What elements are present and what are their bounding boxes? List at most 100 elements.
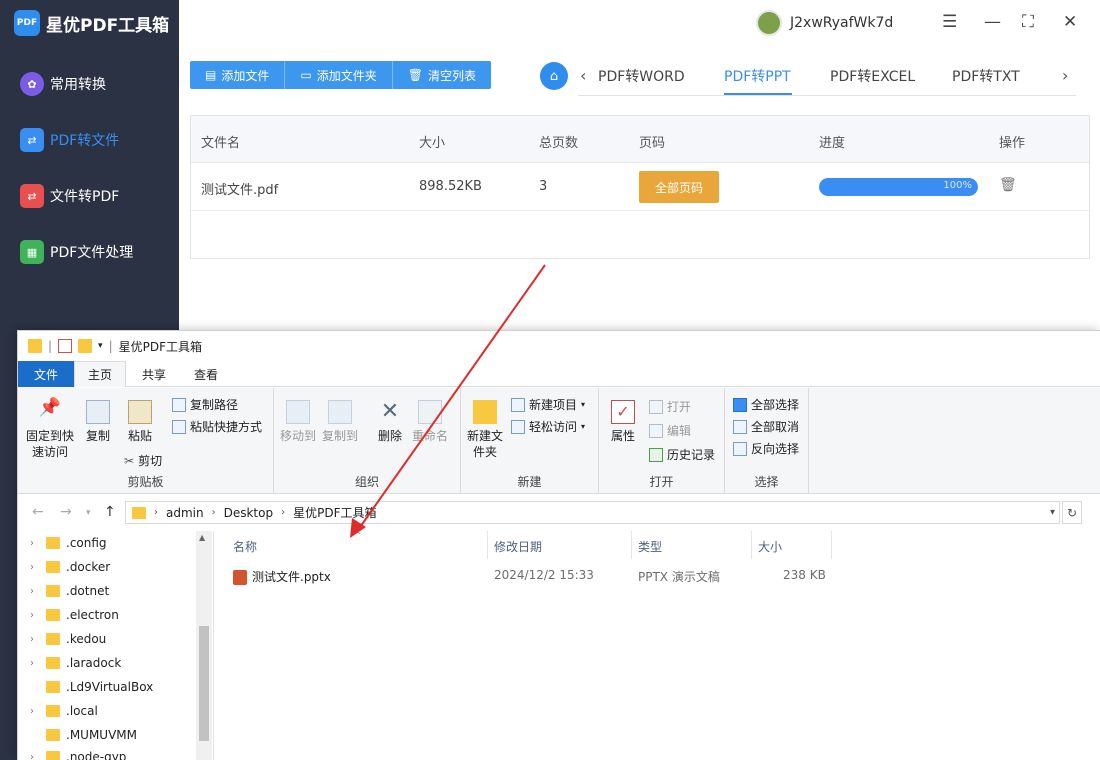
edit-button[interactable]: 编辑: [649, 422, 691, 439]
new-folder-icon[interactable]: [78, 339, 93, 353]
breadcrumb-admin[interactable]: admin: [166, 506, 204, 520]
dropdown-icon[interactable]: ▾: [98, 341, 103, 351]
column-divider[interactable]: [751, 531, 752, 559]
maximize-icon[interactable]: ⛶: [1022, 12, 1034, 32]
scroll-up-icon[interactable]: ▲: [199, 533, 205, 542]
chevron-down-icon[interactable]: ▾: [1050, 507, 1055, 518]
refresh-button[interactable]: ↻: [1062, 501, 1082, 524]
address-bar[interactable]: › admin › Desktop › 星优PDF工具箱 ▾: [125, 501, 1060, 524]
explorer-titlebar: | ▾ | 星优PDF工具箱: [18, 331, 1100, 361]
copy-path-button[interactable]: 复制路径: [172, 396, 238, 413]
home-button[interactable]: ⌂: [540, 62, 568, 90]
ribbon-tab-file[interactable]: 文件: [18, 361, 74, 387]
tree-item[interactable]: › .local: [18, 699, 98, 723]
column-modified[interactable]: 修改日期: [494, 538, 542, 555]
tree-item-label: .local: [66, 704, 98, 718]
recent-dropdown-icon[interactable]: ▾: [86, 508, 91, 518]
home-icon: ⌂: [549, 68, 559, 84]
tree-item[interactable]: .MUMUVMM: [18, 723, 137, 747]
add-file-button[interactable]: ▤ 添加文件: [190, 61, 286, 89]
expand-icon[interactable]: ›: [18, 562, 46, 573]
move-to-button[interactable]: 移动到: [280, 400, 316, 444]
history-icon: [649, 447, 663, 462]
ribbon-tab-home[interactable]: 主页: [74, 361, 126, 387]
select-none-button[interactable]: 全部取消: [733, 418, 799, 435]
settings-icon[interactable]: ☰: [942, 12, 957, 32]
tab-pdf-to-txt[interactable]: PDF转TXT: [952, 66, 1020, 86]
column-divider[interactable]: [487, 531, 488, 559]
expand-icon[interactable]: ›: [18, 634, 46, 645]
copy-button[interactable]: 复制: [80, 400, 116, 444]
clear-list-button[interactable]: 🗑 清空列表: [393, 61, 491, 89]
select-all-button[interactable]: 全部选择: [733, 396, 799, 413]
tree-item[interactable]: › .docker: [18, 555, 110, 579]
column-name[interactable]: 名称: [233, 538, 257, 555]
properties-button[interactable]: ✓ 属性: [605, 400, 641, 444]
paste-button[interactable]: 粘贴: [122, 400, 158, 444]
breadcrumb-current[interactable]: 星优PDF工具箱: [293, 504, 376, 521]
expand-icon[interactable]: ›: [18, 586, 46, 597]
rename-button[interactable]: 重命名: [412, 400, 448, 444]
sidebar-item-file-to-pdf[interactable]: ⇄ 文件转PDF: [20, 184, 119, 208]
sidebar-item-common[interactable]: ✿ 常用转换: [20, 72, 106, 96]
back-icon[interactable]: ←: [32, 504, 44, 520]
tree-item[interactable]: .Ld9VirtualBox: [18, 675, 153, 699]
expand-icon[interactable]: ›: [18, 658, 46, 669]
delete-button[interactable]: ✕ 删除: [372, 400, 408, 444]
tree-item[interactable]: › .laradock: [18, 651, 121, 675]
tree-item[interactable]: › .config: [18, 531, 107, 555]
chevron-right-icon[interactable]: ›: [1062, 66, 1068, 85]
sidebar-item-label: 常用转换: [50, 77, 106, 93]
user-profile[interactable]: J2xwRyafWk7d: [756, 10, 893, 36]
breadcrumb-desktop[interactable]: Desktop: [224, 506, 274, 520]
tab-pdf-to-excel[interactable]: PDF转EXCEL: [830, 66, 915, 86]
invert-select-button[interactable]: 反向选择: [733, 440, 799, 457]
column-divider[interactable]: [831, 531, 832, 559]
expand-icon[interactable]: ›: [18, 752, 46, 760]
forward-icon[interactable]: →: [60, 504, 72, 520]
copy-to-button[interactable]: 复制到: [322, 400, 358, 444]
sidebar-item-pdf-to-file[interactable]: ⇄ PDF转文件: [20, 128, 119, 152]
tab-pdf-to-ppt[interactable]: PDF转PPT: [724, 66, 791, 86]
all-pages-button[interactable]: 全部页码: [639, 171, 719, 203]
open-button[interactable]: 打开: [649, 398, 691, 415]
tree-item[interactable]: › .dotnet: [18, 579, 109, 603]
tree-item[interactable]: › .node-gyp: [18, 745, 126, 760]
chevron-left-icon[interactable]: ‹: [580, 66, 586, 85]
tab-pdf-to-word[interactable]: PDF转WORD: [598, 66, 685, 86]
expand-icon[interactable]: ›: [18, 706, 46, 717]
scrollbar-thumb[interactable]: [199, 626, 209, 741]
tree-item[interactable]: › .electron: [18, 603, 119, 627]
new-folder-button[interactable]: 新建文件夹: [467, 400, 503, 460]
close-icon[interactable]: ✕: [1063, 12, 1077, 32]
tree-item[interactable]: › .kedou: [18, 627, 106, 651]
file-explorer-window: | ▾ | 星优PDF工具箱 文件 主页 共享 查看 📌 固定到快速访问 复制 …: [17, 330, 1100, 760]
file-name: 测试文件.pdf: [201, 183, 279, 198]
add-folder-button[interactable]: ▭ 添加文件夹: [285, 61, 393, 89]
properties-check-icon[interactable]: [58, 339, 73, 353]
column-size[interactable]: 大小: [758, 538, 782, 555]
column-divider[interactable]: [631, 531, 632, 559]
expand-icon[interactable]: ›: [18, 538, 46, 549]
sidebar-item-pdf-process[interactable]: ▦ PDF文件处理: [20, 240, 133, 264]
easy-access-icon: [511, 419, 525, 434]
new-item-button[interactable]: 新建项目 ▾: [511, 396, 585, 413]
ribbon-tab-share[interactable]: 共享: [130, 361, 178, 387]
column-type[interactable]: 类型: [638, 538, 662, 555]
move-to-icon: [286, 400, 310, 424]
table-row: 测试文件.pdf 898.52KB 3 全部页码 100% 🗑: [191, 163, 1089, 211]
tree-scrollbar[interactable]: ▲: [196, 531, 212, 760]
minimize-icon[interactable]: —: [984, 12, 1001, 32]
cut-button[interactable]: ✂ 剪切: [124, 452, 162, 469]
ribbon-tab-view[interactable]: 查看: [182, 361, 230, 387]
up-icon[interactable]: ↑: [104, 504, 116, 520]
separator: ›: [211, 507, 216, 518]
file-list-item[interactable]: 测试文件.pptx: [233, 568, 331, 585]
easy-access-button[interactable]: 轻松访问 ▾: [511, 418, 585, 435]
history-button[interactable]: 历史记录: [649, 446, 715, 463]
paste-shortcut-button[interactable]: 粘贴快捷方式: [172, 418, 262, 435]
delete-row-icon[interactable]: 🗑: [999, 177, 1017, 193]
expand-icon[interactable]: ›: [18, 610, 46, 621]
file-toolbar: ▤ 添加文件 ▭ 添加文件夹 🗑 清空列表: [190, 61, 491, 89]
pin-quick-access-button[interactable]: 📌 固定到快速访问: [24, 399, 76, 460]
